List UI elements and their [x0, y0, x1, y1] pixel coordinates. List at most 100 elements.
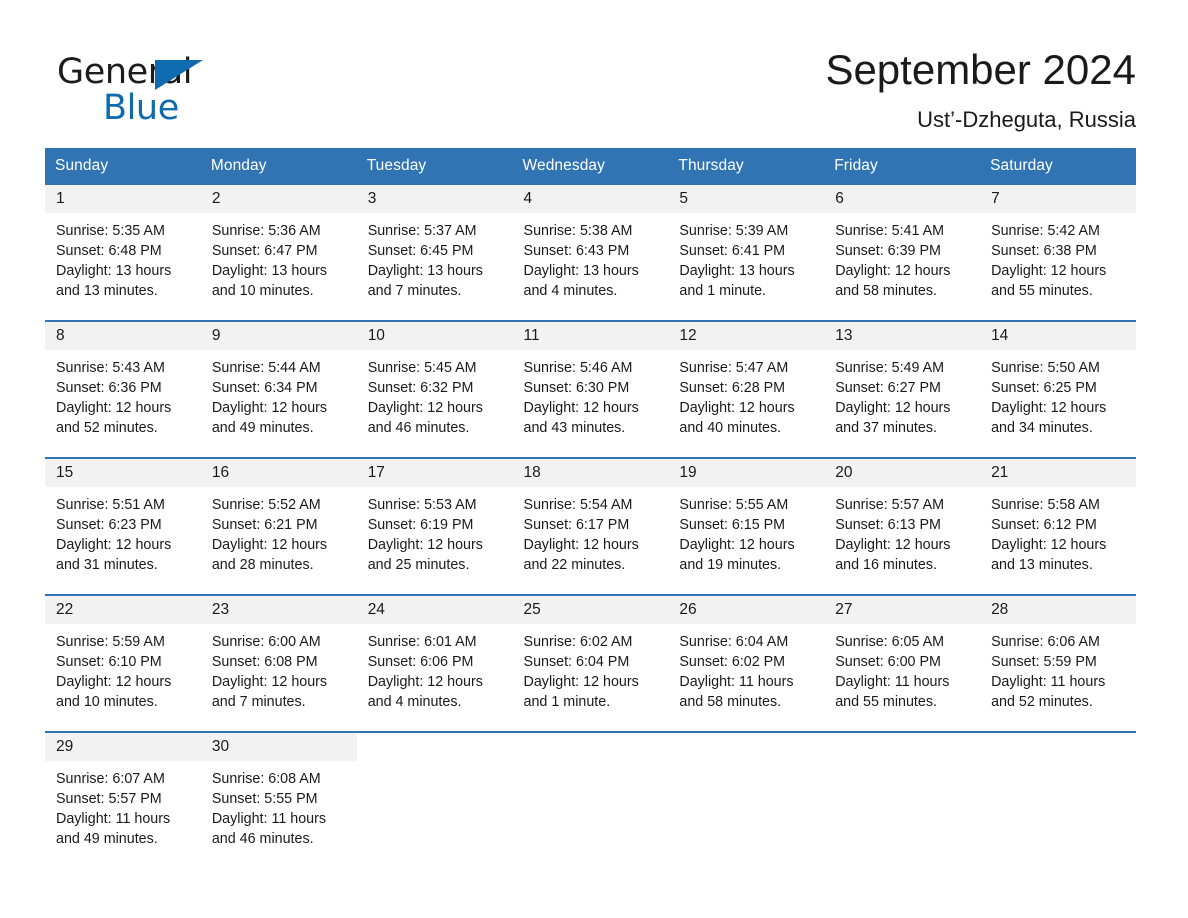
sunset-text: Sunset: 6:10 PM — [56, 654, 162, 670]
day-details: Sunrise: 6:08 AM Sunset: 5:55 PM Daylight:… — [201, 761, 357, 849]
day-cell-inner: 9 Sunrise: 5:44 AM Sunset: 6:34 PM Daylight… — [200, 322, 357, 457]
sunset-text: Sunset: 6:41 PM — [679, 243, 786, 259]
calendar-day-cell-empty — [980, 731, 1136, 868]
day-cell-inner: 25 Sunrise: 6:02 AM Sunset: 6:04 PM Dayligh… — [512, 596, 669, 731]
calendar-day-cell[interactable]: 2 Sunrise: 5:36 AM Sunset: 6:47 PM Daylight… — [200, 185, 357, 321]
day-number: 18 — [512, 459, 669, 487]
sunset-text: Sunset: 6:32 PM — [367, 380, 474, 396]
calendar-day-cell[interactable]: 15 Sunrise: 5:51 AM Sunset: 6:23 PM Dayligh… — [45, 457, 201, 595]
day-details: Sunrise: 6:04 AM Sunset: 6:02 PM Daylight:… — [668, 624, 824, 712]
sunset-text: Sunset: 6:38 PM — [991, 243, 1097, 259]
sunset-text: Sunset: 6:34 PM — [211, 380, 318, 396]
daylight-text: Daylight: 12 hours and 34 minutes. — [991, 400, 1107, 436]
sunset-text: Sunset: 6:06 PM — [367, 654, 474, 670]
calendar-day-cell[interactable]: 12 Sunrise: 5:47 AM Sunset: 6:28 PM Dayligh… — [668, 320, 825, 458]
generalblue-logo[interactable]: General Blue — [57, 44, 237, 128]
weekday-header-saturday: Saturday — [980, 148, 1136, 185]
weekday-header-wednesday: Wednesday — [512, 148, 669, 185]
sunset-text: Sunset: 6:00 PM — [835, 654, 941, 670]
page-title: September 2024 — [825, 46, 1136, 93]
day-cell-inner: 27 Sunrise: 6:05 AM Sunset: 6:00 PM Dayligh… — [824, 596, 981, 731]
sunrise-text: Sunrise: 5:47 AM — [679, 360, 789, 376]
day-cell-inner: 28 Sunrise: 6:06 AM Sunset: 5:59 PM Dayligh… — [980, 596, 1136, 731]
day-number: 14 — [980, 322, 1136, 350]
calendar-day-cell[interactable]: 19 Sunrise: 5:55 AM Sunset: 6:15 PM Dayligh… — [668, 457, 825, 595]
calendar-day-cell[interactable]: 30 Sunrise: 6:08 AM Sunset: 5:55 PM Dayligh… — [200, 731, 357, 868]
day-number — [980, 733, 1136, 761]
daylight-text: Daylight: 13 hours and 10 minutes. — [211, 263, 328, 299]
calendar-day-cell[interactable]: 6 Sunrise: 5:41 AM Sunset: 6:39 PM Daylight… — [824, 185, 981, 321]
daylight-text: Daylight: 12 hours and 31 minutes. — [56, 537, 172, 573]
calendar-day-cell[interactable]: 13 Sunrise: 5:49 AM Sunset: 6:27 PM Dayligh… — [824, 320, 981, 458]
sunset-text: Sunset: 6:27 PM — [835, 380, 941, 396]
day-number: 16 — [200, 459, 357, 487]
calendar-day-cell[interactable]: 10 Sunrise: 5:45 AM Sunset: 6:32 PM Dayligh… — [356, 320, 513, 458]
calendar-day-cell[interactable]: 23 Sunrise: 6:00 AM Sunset: 6:08 PM Dayligh… — [200, 594, 357, 732]
sunrise-text: Sunrise: 5:49 AM — [835, 360, 945, 376]
sunrise-text: Sunrise: 5:55 AM — [679, 497, 789, 513]
day-details: Sunrise: 6:02 AM Sunset: 6:04 PM Daylight:… — [513, 624, 669, 712]
day-details: Sunrise: 5:57 AM Sunset: 6:13 PM Daylight:… — [824, 487, 980, 575]
calendar-day-cell[interactable]: 20 Sunrise: 5:57 AM Sunset: 6:13 PM Dayligh… — [824, 457, 981, 595]
day-cell-inner: 20 Sunrise: 5:57 AM Sunset: 6:13 PM Dayligh… — [824, 459, 981, 594]
calendar-day-cell-empty — [668, 731, 825, 868]
day-number — [357, 733, 513, 761]
calendar-day-cell[interactable]: 9 Sunrise: 5:44 AM Sunset: 6:34 PM Daylight… — [200, 320, 357, 458]
day-number: 6 — [824, 185, 981, 213]
calendar-day-cell[interactable]: 21 Sunrise: 5:58 AM Sunset: 6:12 PM Dayligh… — [980, 457, 1136, 595]
day-number: 12 — [668, 322, 825, 350]
calendar-header-row: Sunday Monday Tuesday Wednesday Thursday… — [45, 148, 1136, 185]
sunset-text: Sunset: 6:43 PM — [523, 243, 630, 259]
calendar-week-row: 1 Sunrise: 5:35 AM Sunset: 6:48 PM Daylight… — [45, 185, 1136, 321]
sunrise-text: Sunrise: 6:05 AM — [835, 634, 945, 650]
calendar-day-cell[interactable]: 11 Sunrise: 5:46 AM Sunset: 6:30 PM Dayligh… — [512, 320, 669, 458]
calendar-day-cell[interactable]: 29 Sunrise: 6:07 AM Sunset: 5:57 PM Dayligh… — [45, 731, 201, 868]
calendar-day-cell[interactable]: 7 Sunrise: 5:42 AM Sunset: 6:38 PM Daylight… — [980, 185, 1136, 321]
day-number: 29 — [45, 733, 201, 761]
calendar-day-cell[interactable]: 1 Sunrise: 5:35 AM Sunset: 6:48 PM Daylight… — [45, 185, 201, 321]
daylight-text: Daylight: 12 hours and 58 minutes. — [835, 263, 951, 299]
calendar-day-cell[interactable]: 25 Sunrise: 6:02 AM Sunset: 6:04 PM Dayligh… — [512, 594, 669, 732]
daylight-text: Daylight: 12 hours and 22 minutes. — [523, 537, 639, 573]
day-cell-inner: 14 Sunrise: 5:50 AM Sunset: 6:25 PM Dayligh… — [980, 322, 1136, 457]
sunrise-text: Sunrise: 5:57 AM — [835, 497, 945, 513]
sunset-text: Sunset: 6:45 PM — [367, 243, 474, 259]
calendar-day-cell[interactable]: 26 Sunrise: 6:04 AM Sunset: 6:02 PM Dayligh… — [668, 594, 825, 732]
daylight-text: Daylight: 12 hours and 25 minutes. — [367, 537, 483, 573]
calendar-day-cell[interactable]: 22 Sunrise: 5:59 AM Sunset: 6:10 PM Dayligh… — [45, 594, 201, 732]
calendar-day-cell[interactable]: 16 Sunrise: 5:52 AM Sunset: 6:21 PM Dayligh… — [200, 457, 357, 595]
calendar-day-cell[interactable]: 4 Sunrise: 5:38 AM Sunset: 6:43 PM Daylight… — [512, 185, 669, 321]
calendar-day-cell[interactable]: 5 Sunrise: 5:39 AM Sunset: 6:41 PM Daylight… — [668, 185, 825, 321]
calendar-day-cell[interactable]: 14 Sunrise: 5:50 AM Sunset: 6:25 PM Dayligh… — [980, 320, 1136, 458]
sunrise-text: Sunrise: 5:38 AM — [523, 223, 633, 239]
day-cell-inner — [513, 733, 669, 868]
day-number: 1 — [45, 185, 201, 213]
calendar-body: 1 Sunrise: 5:35 AM Sunset: 6:48 PM Daylight… — [45, 185, 1136, 868]
day-details: Sunrise: 5:38 AM Sunset: 6:43 PM Daylight:… — [513, 213, 669, 301]
sunrise-text: Sunrise: 5:53 AM — [367, 497, 477, 513]
day-details: Sunrise: 6:05 AM Sunset: 6:00 PM Daylight:… — [824, 624, 980, 712]
calendar-day-cell[interactable]: 8 Sunrise: 5:43 AM Sunset: 6:36 PM Daylight… — [45, 320, 201, 458]
calendar-day-cell[interactable]: 24 Sunrise: 6:01 AM Sunset: 6:06 PM Dayligh… — [356, 594, 513, 732]
sunrise-text: Sunrise: 5:39 AM — [679, 223, 789, 239]
calendar-day-cell[interactable]: 28 Sunrise: 6:06 AM Sunset: 5:59 PM Dayligh… — [980, 594, 1136, 732]
day-number — [668, 733, 824, 761]
day-cell-inner: 5 Sunrise: 5:39 AM Sunset: 6:41 PM Daylight… — [668, 185, 825, 320]
calendar-day-cell[interactable]: 27 Sunrise: 6:05 AM Sunset: 6:00 PM Dayligh… — [824, 594, 981, 732]
day-cell-inner: 13 Sunrise: 5:49 AM Sunset: 6:27 PM Dayligh… — [824, 322, 981, 457]
sunrise-text: Sunrise: 5:54 AM — [523, 497, 633, 513]
day-details: Sunrise: 5:44 AM Sunset: 6:34 PM Daylight:… — [201, 350, 357, 438]
day-cell-inner: 12 Sunrise: 5:47 AM Sunset: 6:28 PM Dayligh… — [668, 322, 825, 457]
sunrise-text: Sunrise: 5:44 AM — [211, 360, 321, 376]
calendar-day-cell[interactable]: 3 Sunrise: 5:37 AM Sunset: 6:45 PM Daylight… — [356, 185, 513, 321]
sunrise-text: Sunrise: 6:00 AM — [211, 634, 321, 650]
calendar-day-cell[interactable]: 17 Sunrise: 5:53 AM Sunset: 6:19 PM Dayligh… — [356, 457, 513, 595]
daylight-text: Daylight: 12 hours and 55 minutes. — [991, 263, 1107, 299]
daylight-text: Daylight: 11 hours and 46 minutes. — [211, 811, 327, 847]
day-number: 2 — [200, 185, 357, 213]
daylight-text: Daylight: 11 hours and 49 minutes. — [56, 811, 171, 847]
day-details: Sunrise: 5:52 AM Sunset: 6:21 PM Daylight:… — [201, 487, 357, 575]
calendar-day-cell-empty — [512, 731, 669, 868]
calendar-day-cell[interactable]: 18 Sunrise: 5:54 AM Sunset: 6:17 PM Dayligh… — [512, 457, 669, 595]
day-cell-inner: 29 Sunrise: 6:07 AM Sunset: 5:57 PM Dayligh… — [45, 733, 201, 868]
